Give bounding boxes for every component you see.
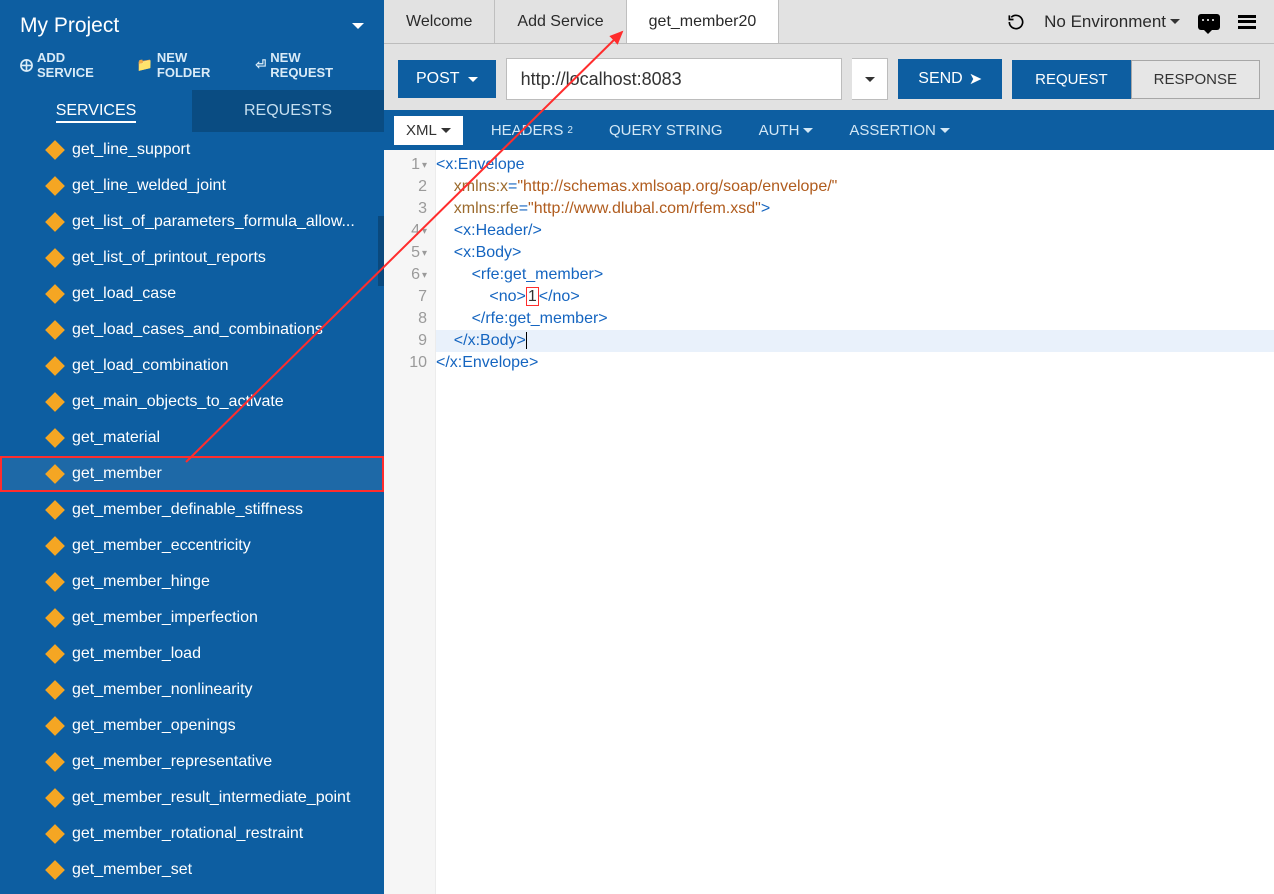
- service-item-label: get_line_welded_joint: [72, 177, 226, 195]
- stack-icon: [45, 284, 65, 304]
- service-item-label: get_list_of_printout_reports: [72, 249, 266, 267]
- stack-icon: [45, 356, 65, 376]
- method-selector[interactable]: POST: [398, 60, 496, 98]
- stack-icon: [45, 824, 65, 844]
- service-item-label: get_member_eccentricity: [72, 537, 251, 555]
- service-item-get_main_objects_to_activate[interactable]: get_main_objects_to_activate: [0, 384, 384, 420]
- stack-icon: [45, 248, 65, 268]
- doc-tab-Add Service[interactable]: Add Service: [495, 0, 626, 43]
- new-request-button[interactable]: ⏎NEW REQUEST: [255, 50, 364, 80]
- stack-icon: [45, 392, 65, 412]
- service-item-get_list_of_parameters_formula_allow...[interactable]: get_list_of_parameters_formula_allow...: [0, 204, 384, 240]
- tab-headers[interactable]: HEADERS2: [473, 122, 591, 139]
- service-item-label: get_list_of_parameters_formula_allow...: [72, 213, 355, 231]
- tab-assertion[interactable]: ASSERTION: [831, 122, 967, 139]
- stack-icon: [45, 644, 65, 664]
- service-item-label: get_load_cases_and_combinations: [72, 321, 323, 339]
- sidebar: My Project ⨁ADD SERVICE 📁NEW FOLDER ⏎NEW…: [0, 0, 384, 894]
- stack-icon: [45, 536, 65, 556]
- service-item-get_member_rotational_restraint[interactable]: get_member_rotational_restraint: [0, 816, 384, 852]
- tab-request[interactable]: REQUEST: [1012, 60, 1131, 99]
- stack-icon: [45, 860, 65, 880]
- service-item-get_material[interactable]: get_material: [0, 420, 384, 456]
- stack-icon: [45, 680, 65, 700]
- service-item-get_line_welded_joint[interactable]: get_line_welded_joint: [0, 168, 384, 204]
- service-item-get_member_result_intermediate_point[interactable]: get_member_result_intermediate_point: [0, 780, 384, 816]
- service-item-get_member_set[interactable]: get_member_set: [0, 852, 384, 888]
- stack-icon: [45, 500, 65, 520]
- service-item-label: get_member_load: [72, 645, 201, 663]
- send-arrow-icon: ➤: [969, 69, 982, 89]
- service-item-get_member_nonlinearity[interactable]: get_member_nonlinearity: [0, 672, 384, 708]
- service-item-label: get_main_objects_to_activate: [72, 393, 284, 411]
- tab-response[interactable]: RESPONSE: [1131, 60, 1260, 99]
- request-icon: ⏎: [255, 57, 266, 73]
- tab-requests[interactable]: REQUESTS: [192, 90, 384, 132]
- service-item-label: get_member_rotational_restraint: [72, 825, 303, 843]
- main-panel: WelcomeAdd Serviceget_member20 No Enviro…: [384, 0, 1274, 894]
- service-item-get_member_openings[interactable]: get_member_openings: [0, 708, 384, 744]
- service-item-label: get_member_nonlinearity: [72, 681, 253, 699]
- stack-icon: [45, 572, 65, 592]
- service-item-label: get_member_representative: [72, 753, 272, 771]
- service-item-get_line_support[interactable]: get_line_support: [0, 132, 384, 168]
- stack-icon: [45, 716, 65, 736]
- plus-icon: ⨁: [20, 57, 33, 73]
- service-item-get_member_eccentricity[interactable]: get_member_eccentricity: [0, 528, 384, 564]
- service-item-get_load_cases_and_combinations[interactable]: get_load_cases_and_combinations: [0, 312, 384, 348]
- tab-services[interactable]: SERVICES: [0, 90, 192, 132]
- service-item-label: get_member_definable_stiffness: [72, 501, 303, 519]
- service-item-label: get_member_hinge: [72, 573, 210, 591]
- service-item-get_load_case[interactable]: get_load_case: [0, 276, 384, 312]
- service-item-get_member_hinge[interactable]: get_member_hinge: [0, 564, 384, 600]
- service-item-label: get_member_imperfection: [72, 609, 258, 627]
- service-item-get_member_imperfection[interactable]: get_member_imperfection: [0, 600, 384, 636]
- service-item-label: get_line_support: [72, 141, 190, 159]
- service-item-get_member_definable_stiffness[interactable]: get_member_definable_stiffness: [0, 492, 384, 528]
- tab-query-string[interactable]: QUERY STRING: [591, 122, 741, 139]
- service-item-label: get_member: [72, 465, 162, 483]
- service-item-label: get_member_set: [72, 861, 192, 879]
- service-item-get_member[interactable]: get_member: [0, 456, 384, 492]
- service-item-label: get_member_result_intermediate_point: [72, 789, 350, 807]
- stack-icon: [45, 788, 65, 808]
- url-input[interactable]: http://localhost:8083: [506, 58, 843, 100]
- project-dropdown-icon[interactable]: [352, 23, 364, 29]
- stack-icon: [45, 428, 65, 448]
- document-tabs: WelcomeAdd Serviceget_member20: [384, 0, 779, 43]
- stack-icon: [45, 176, 65, 196]
- chat-icon[interactable]: [1198, 14, 1220, 30]
- add-service-button[interactable]: ⨁ADD SERVICE: [20, 50, 123, 80]
- send-button[interactable]: SEND➤: [898, 59, 1002, 99]
- service-item-get_member_representative[interactable]: get_member_representative: [0, 744, 384, 780]
- service-item-get_member_load[interactable]: get_member_load: [0, 636, 384, 672]
- service-item-get_list_of_printout_reports[interactable]: get_list_of_printout_reports: [0, 240, 384, 276]
- environment-selector[interactable]: No Environment: [1044, 12, 1180, 32]
- refresh-icon[interactable]: [1006, 12, 1026, 32]
- body-format-selector[interactable]: XML: [394, 116, 463, 145]
- project-title[interactable]: My Project: [20, 14, 119, 38]
- services-list[interactable]: get_line_support get_line_welded_jointget…: [0, 132, 384, 894]
- menu-icon[interactable]: [1238, 15, 1256, 29]
- folder-icon: 📁: [137, 57, 153, 73]
- service-item-get_member_set_imperfection[interactable]: get_member_set_imperfection: [0, 888, 384, 894]
- doc-tab-get_member20[interactable]: get_member20: [627, 0, 780, 43]
- service-item-label: get_load_case: [72, 285, 176, 303]
- stack-icon: [45, 212, 65, 232]
- code-editor[interactable]: 1▾234▾5▾6▾78910 <x:Envelope xmlns:x="htt…: [384, 150, 1274, 894]
- new-folder-button[interactable]: 📁NEW FOLDER: [137, 50, 242, 80]
- stack-icon: [45, 608, 65, 628]
- doc-tab-Welcome[interactable]: Welcome: [384, 0, 495, 43]
- service-item-get_load_combination[interactable]: get_load_combination: [0, 348, 384, 384]
- stack-icon: [45, 140, 65, 160]
- service-item-label: get_material: [72, 429, 160, 447]
- stack-icon: [45, 464, 65, 484]
- stack-icon: [45, 320, 65, 340]
- service-item-label: get_member_openings: [72, 717, 236, 735]
- tab-auth[interactable]: AUTH: [741, 122, 832, 139]
- stack-icon: [45, 752, 65, 772]
- url-dropdown[interactable]: [852, 58, 888, 100]
- service-item-label: get_load_combination: [72, 357, 229, 375]
